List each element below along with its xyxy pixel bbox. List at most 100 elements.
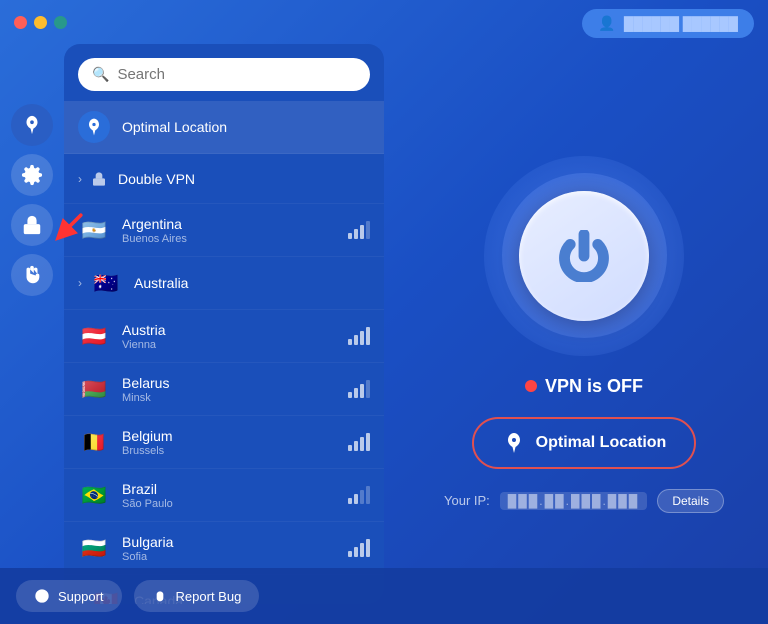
signal-bar	[354, 547, 358, 557]
list-item[interactable]: › 🇦🇺 Australia	[64, 257, 384, 310]
item-name: Austria	[122, 322, 340, 338]
power-button-mid	[502, 173, 667, 338]
list-item[interactable]: 🇧🇾 Belarus Minsk	[64, 363, 384, 416]
minimize-button[interactable]	[34, 16, 47, 29]
optimal-flag	[78, 111, 110, 143]
signal-bar	[348, 392, 352, 398]
signal-bar	[360, 384, 364, 398]
country-flag: 🇧🇪	[78, 426, 110, 458]
signal-bar	[366, 380, 370, 398]
bottom-bar: Support Report Bug	[0, 568, 768, 624]
traffic-lights	[14, 16, 67, 29]
signal-bar	[360, 225, 364, 239]
sidebar-item-servers[interactable]	[11, 104, 53, 146]
list-item[interactable]: 🇧🇪 Belgium Brussels	[64, 416, 384, 469]
signal-bar	[348, 233, 352, 239]
signal-bar	[354, 494, 358, 504]
optimal-location-button[interactable]: Optimal Location	[472, 417, 697, 469]
country-flag: 🇧🇬	[78, 532, 110, 564]
optimal-button-label: Optimal Location	[536, 434, 667, 452]
signal-bar	[366, 539, 370, 557]
list-item[interactable]: › Double VPN	[64, 154, 384, 204]
item-name: Argentina	[122, 216, 340, 232]
maximize-button[interactable]	[54, 16, 67, 29]
signal-bar	[348, 498, 352, 504]
item-sub: Sofia	[122, 551, 340, 563]
rocket-icon	[21, 114, 43, 136]
signal-bar	[348, 551, 352, 557]
search-container: 🔍	[64, 44, 384, 101]
right-panel: VPN is OFF Optimal Location Your IP: ███…	[400, 44, 768, 624]
item-info: Belarus Minsk	[122, 375, 340, 404]
country-flag: 🇧🇷	[78, 479, 110, 511]
expand-arrow-icon: ›	[78, 172, 82, 186]
signal-bar	[366, 221, 370, 239]
power-button[interactable]	[519, 191, 649, 321]
signal-bars	[348, 539, 370, 557]
list-item[interactable]: 🇧🇷 Brazil São Paulo	[64, 469, 384, 522]
signal-bars	[348, 380, 370, 398]
signal-bars	[348, 433, 370, 451]
ip-row: Your IP: ███.██.███.███ Details	[444, 489, 724, 513]
item-info: Argentina Buenos Aires	[122, 216, 340, 245]
support-icon	[34, 588, 50, 604]
signal-bar	[348, 445, 352, 451]
signal-bar	[360, 490, 364, 504]
rocket-button-icon	[502, 431, 526, 455]
user-label: ██████ ██████	[624, 16, 738, 31]
item-name: Belgium	[122, 428, 340, 444]
support-button[interactable]: Support	[16, 580, 122, 612]
report-bug-label: Report Bug	[176, 589, 242, 604]
item-name: Optimal Location	[122, 119, 370, 135]
status-dot	[525, 380, 537, 392]
signal-bar	[366, 433, 370, 451]
lock-small-icon	[90, 170, 108, 188]
signal-bar	[354, 229, 358, 239]
list-item[interactable]: Optimal Location	[64, 101, 384, 154]
list-item[interactable]: 🇦🇷 Argentina Buenos Aires	[64, 204, 384, 257]
signal-bar	[360, 331, 364, 345]
signal-bar	[366, 327, 370, 345]
details-button[interactable]: Details	[657, 489, 724, 513]
search-input[interactable]	[117, 66, 356, 83]
search-box: 🔍	[78, 58, 370, 91]
item-sub: Vienna	[122, 339, 340, 351]
item-sub: Brussels	[122, 445, 340, 457]
item-name: Bulgaria	[122, 534, 340, 550]
lock-icon	[91, 171, 107, 187]
bug-icon	[152, 588, 168, 604]
sidebar-item-block[interactable]	[11, 254, 53, 296]
sidebar-item-settings[interactable]	[11, 154, 53, 196]
signal-bar	[354, 335, 358, 345]
close-button[interactable]	[14, 16, 27, 29]
ip-value: ███.██.███.███	[500, 492, 648, 510]
country-flag: 🇦🇹	[78, 320, 110, 352]
signal-bar	[360, 543, 364, 557]
item-name: Brazil	[122, 481, 340, 497]
list-item[interactable]: 🇦🇹 Austria Vienna	[64, 310, 384, 363]
item-sub: São Paulo	[122, 498, 340, 510]
item-sub: Buenos Aires	[122, 233, 340, 245]
rocket-small-icon	[84, 117, 104, 137]
item-info: Austria Vienna	[122, 322, 340, 351]
country-flag: 🇦🇺	[90, 267, 122, 299]
signal-bar	[366, 486, 370, 504]
item-info: Bulgaria Sofia	[122, 534, 340, 563]
signal-bar	[360, 437, 364, 451]
user-account-button[interactable]: 👤 ██████ ██████	[582, 9, 754, 38]
user-icon: 👤	[598, 15, 615, 32]
search-icon: 🔍	[92, 66, 109, 83]
signal-bars	[348, 327, 370, 345]
item-name: Double VPN	[118, 171, 370, 187]
server-list-panel: 🔍 Optimal Location ›	[64, 44, 384, 604]
sidebar	[0, 44, 64, 584]
signal-bar	[354, 441, 358, 451]
item-sub: Minsk	[122, 392, 340, 404]
report-bug-button[interactable]: Report Bug	[134, 580, 260, 612]
power-icon	[558, 230, 610, 282]
vpn-status-label: VPN is OFF	[545, 376, 643, 397]
power-button-outer	[484, 156, 684, 356]
sidebar-item-privacy[interactable]	[11, 204, 53, 246]
item-info: Australia	[134, 275, 370, 291]
titlebar: 👤 ██████ ██████	[0, 0, 768, 44]
